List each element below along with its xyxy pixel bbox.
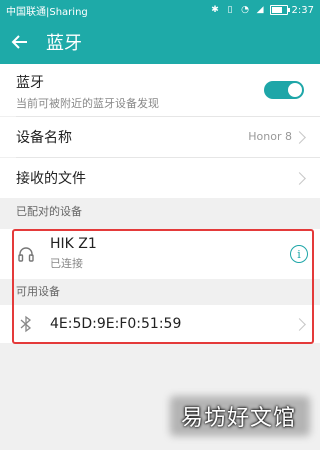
bluetooth-toggle-row[interactable]: 蓝牙 当前可被附近的蓝牙设备发现 bbox=[0, 64, 320, 116]
received-files-row[interactable]: 接收的文件 bbox=[0, 158, 320, 198]
device-name-value: Honor 8 bbox=[248, 130, 292, 143]
status-icons: ✱ ▯ ◔ ◢ 2:37 bbox=[210, 5, 314, 16]
signal-icon: ◢ bbox=[256, 5, 264, 15]
back-button[interactable] bbox=[0, 20, 40, 64]
device-name-row[interactable]: 设备名称 Honor 8 bbox=[0, 117, 320, 157]
bluetooth-status-icon: ✱ bbox=[211, 5, 219, 15]
status-bar: 中国联通|Sharing ✱ ▯ ◔ ◢ 2:37 bbox=[0, 0, 320, 20]
app-bar: 蓝牙 bbox=[0, 20, 320, 64]
wifi-icon: ◔ bbox=[241, 5, 249, 15]
highlight-box bbox=[12, 229, 314, 344]
bluetooth-switch[interactable] bbox=[264, 81, 304, 99]
paired-section-header: 已配对的设备 bbox=[0, 200, 320, 224]
received-files-label: 接收的文件 bbox=[16, 171, 86, 187]
back-arrow-icon bbox=[11, 35, 27, 49]
chevron-right-icon bbox=[293, 131, 306, 144]
switch-knob bbox=[288, 83, 302, 97]
vibrate-icon: ▯ bbox=[227, 5, 233, 15]
carrier-text: 中国联通|Sharing bbox=[6, 6, 88, 18]
bluetooth-label: 蓝牙 bbox=[16, 75, 44, 91]
bluetooth-description: 当前可被附近的蓝牙设备发现 bbox=[16, 97, 159, 110]
battery-icon bbox=[269, 5, 290, 15]
chevron-right-icon bbox=[293, 172, 306, 185]
watermark: 易坊好文馆 bbox=[180, 406, 296, 431]
page-title: 蓝牙 bbox=[46, 33, 82, 54]
device-name-label: 设备名称 bbox=[16, 130, 72, 146]
clock: 2:37 bbox=[291, 4, 314, 16]
